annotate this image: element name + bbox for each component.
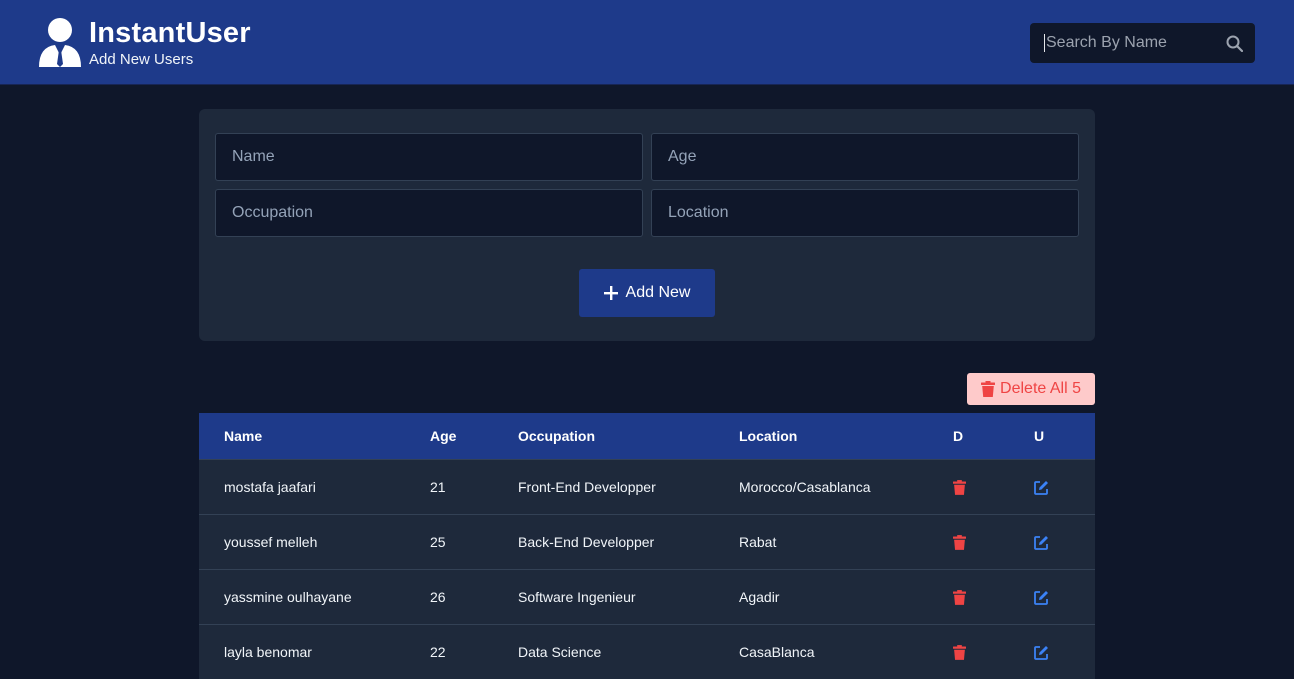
- cell-location: Morocco/Casablanca: [739, 479, 871, 495]
- user-tie-icon: [39, 18, 81, 67]
- cell-location: CasaBlanca: [739, 644, 815, 660]
- delete-row-button[interactable]: [953, 625, 966, 679]
- table-header: Name Age Occupation Location D U: [199, 413, 1095, 459]
- header-delete: D: [953, 428, 964, 444]
- trash-icon: [981, 381, 996, 397]
- app-title: InstantUser: [89, 17, 251, 49]
- name-field[interactable]: [215, 133, 643, 181]
- cell-occupation: Software Ingenieur: [518, 589, 636, 605]
- search-input[interactable]: [1044, 34, 1224, 52]
- edit-row-button[interactable]: [1034, 570, 1049, 624]
- header-age: Age: [430, 428, 457, 444]
- trash-icon: [953, 589, 966, 605]
- cell-age: 25: [430, 534, 446, 550]
- edit-icon: [1034, 535, 1048, 550]
- delete-row-button[interactable]: [953, 460, 966, 514]
- cell-age: 26: [430, 589, 446, 605]
- cell-location: Rabat: [739, 534, 777, 550]
- delete-row-button[interactable]: [953, 515, 966, 569]
- cell-name: yassmine oulhayane: [224, 589, 352, 605]
- cell-name: mostafa jaafari: [224, 479, 316, 495]
- location-field[interactable]: [651, 189, 1079, 237]
- cell-occupation: Back-End Developper: [518, 534, 655, 550]
- edit-row-button[interactable]: [1034, 515, 1049, 569]
- delete-row-button[interactable]: [953, 570, 966, 624]
- table-row: mostafa jaafari 21 Front-End Developper …: [199, 459, 1095, 514]
- plus-icon: [603, 286, 618, 300]
- header-update: U: [1034, 428, 1045, 444]
- app-subtitle: Add New Users: [89, 51, 194, 68]
- edit-icon: [1034, 480, 1048, 495]
- edit-row-button[interactable]: [1034, 460, 1049, 514]
- delete-all-label: Delete All 5: [1000, 380, 1081, 397]
- header-location: Location: [739, 428, 798, 444]
- cell-name: youssef melleh: [224, 534, 318, 550]
- search-icon[interactable]: [1226, 35, 1243, 52]
- table-row: layla benomar 22 Data Science CasaBlanca: [199, 624, 1095, 679]
- age-field[interactable]: [651, 133, 1079, 181]
- table-row: youssef melleh 25 Back-End Developper Ra…: [199, 514, 1095, 569]
- cell-occupation: Data Science: [518, 644, 602, 660]
- app-header: InstantUser Add New Users: [0, 0, 1294, 85]
- trash-icon: [953, 479, 966, 495]
- cell-age: 22: [430, 644, 446, 660]
- trash-icon: [953, 534, 966, 550]
- add-new-button[interactable]: Add New: [579, 269, 715, 317]
- add-user-form: Add New: [199, 109, 1095, 341]
- add-new-label: Add New: [625, 284, 691, 301]
- cell-age: 21: [430, 479, 446, 495]
- table-row: yassmine oulhayane 26 Software Ingenieur…: [199, 569, 1095, 624]
- header-occupation: Occupation: [518, 428, 596, 444]
- brand: InstantUser Add New Users: [38, 17, 251, 71]
- edit-icon: [1034, 590, 1048, 605]
- header-name: Name: [224, 428, 263, 444]
- cell-location: Agadir: [739, 589, 780, 605]
- users-table: Name Age Occupation Location D U mostafa…: [199, 413, 1095, 679]
- trash-icon: [953, 644, 966, 660]
- cell-name: layla benomar: [224, 644, 312, 660]
- occupation-field[interactable]: [215, 189, 643, 237]
- delete-all-button[interactable]: Delete All 5: [967, 373, 1095, 405]
- edit-icon: [1034, 645, 1048, 660]
- cell-occupation: Front-End Developper: [518, 479, 656, 495]
- search-box[interactable]: [1030, 23, 1255, 63]
- edit-row-button[interactable]: [1034, 625, 1049, 679]
